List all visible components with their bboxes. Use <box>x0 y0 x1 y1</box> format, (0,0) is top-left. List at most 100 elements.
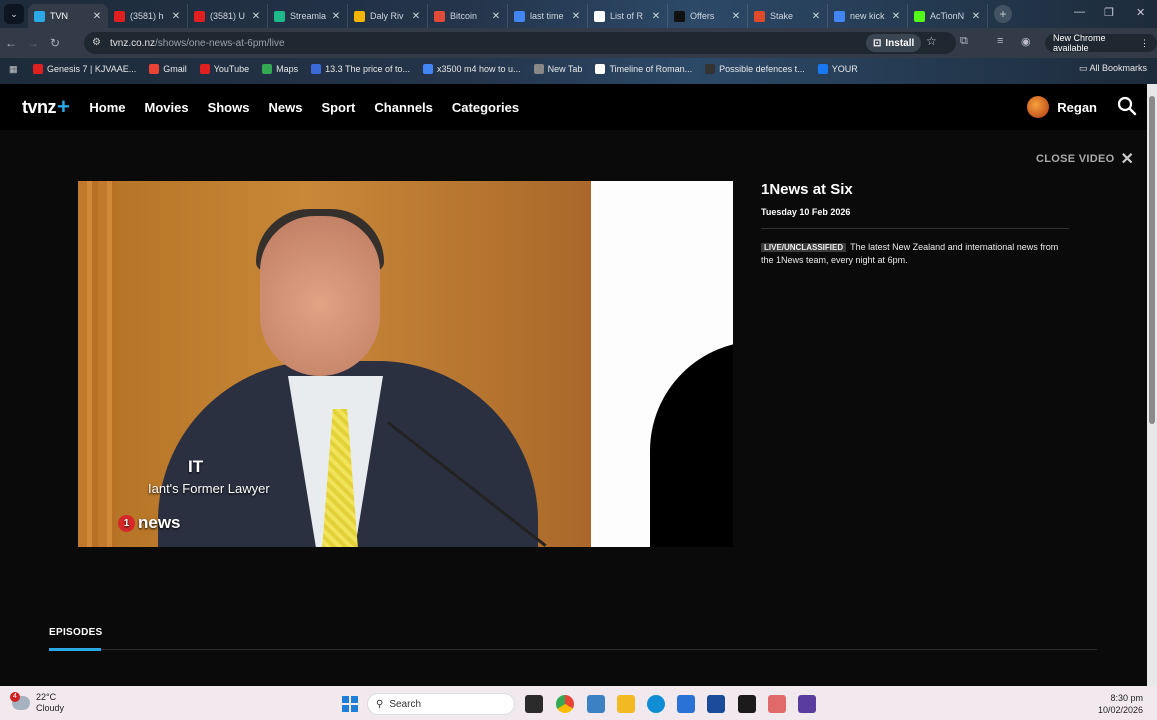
tab-favicon-icon <box>274 10 285 22</box>
file-explorer-icon[interactable] <box>617 695 635 713</box>
nav-channels[interactable]: Channels <box>374 100 433 115</box>
nav-movies[interactable]: Movies <box>144 100 188 115</box>
menu-dots-icon: ⋮ <box>1140 37 1149 48</box>
tab-favicon-icon <box>114 10 125 22</box>
tab-close-icon[interactable]: ✕ <box>331 11 341 22</box>
bookmark-item[interactable]: x3500 m4 how to u... <box>423 64 521 74</box>
windows-start-icon[interactable] <box>342 696 358 712</box>
browser-tab[interactable]: List of R ✕ <box>588 4 668 28</box>
photos-app-icon[interactable] <box>587 695 605 713</box>
tvnz-logo[interactable]: tvnz + <box>22 94 70 120</box>
bookmark-star-icon[interactable]: ☆ <box>926 34 937 48</box>
tab-search-button[interactable]: ⌄ <box>4 4 24 24</box>
browser-tab[interactable]: last time ✕ <box>508 4 588 28</box>
site-info-icon[interactable]: ⚙ <box>92 37 104 49</box>
edge-app-icon[interactable] <box>647 695 665 713</box>
bookmark-item[interactable]: New Tab <box>533 64 582 74</box>
bookmark-favicon-icon <box>149 64 160 74</box>
tab-close-icon[interactable]: ✕ <box>811 11 821 22</box>
back-icon[interactable]: ← <box>0 36 22 50</box>
browser-tab[interactable]: (3581) h ✕ <box>108 4 188 28</box>
bookmark-label: Possible defences t... <box>719 64 805 74</box>
nav-categories[interactable]: Categories <box>452 100 519 115</box>
address-bar[interactable]: ⚙ tvnz.co.nz/shows/one-news-at-6pm/live <box>84 32 956 54</box>
new-chrome-available-button[interactable]: New Chrome available ⋮ <box>1045 33 1157 53</box>
tab-close-icon[interactable]: ✕ <box>971 11 981 22</box>
page-scrollbar[interactable] <box>1147 84 1157 686</box>
maximize-icon[interactable]: ❐ <box>1104 6 1114 19</box>
forward-icon[interactable]: → <box>22 36 44 50</box>
scrollbar-thumb[interactable] <box>1149 96 1155 424</box>
browser-tab[interactable]: Bitcoin ✕ <box>428 4 508 28</box>
browser-tab[interactable]: AcTionN ✕ <box>908 4 988 28</box>
bookmark-item[interactable]: YOUR <box>817 64 858 74</box>
weather-widget[interactable]: 4 22°C Cloudy <box>10 692 64 714</box>
tab-close-icon[interactable]: ✕ <box>92 11 102 22</box>
tab-episodes[interactable]: EPISODES <box>49 627 103 638</box>
bookmark-item[interactable]: Genesis 7 | KJVAAE... <box>33 64 136 74</box>
close-video-button[interactable]: CLOSE VIDEO ✕ <box>1036 149 1134 169</box>
nav-sport[interactable]: Sport <box>321 100 355 115</box>
reload-icon[interactable]: ↻ <box>44 36 66 50</box>
taskbar-search[interactable]: ⚲ Search <box>367 693 515 715</box>
tab-close-icon[interactable]: ✕ <box>571 11 581 22</box>
bookmark-item[interactable]: Timeline of Roman... <box>595 64 692 74</box>
tab-label: AcTionN <box>930 11 965 21</box>
browser-tab[interactable]: Offers ✕ <box>668 4 748 28</box>
tab-label: Streamla <box>290 11 327 21</box>
bookmark-item[interactable]: 13.3 The price of to... <box>311 64 410 74</box>
weather-temp: 22°C <box>36 692 57 702</box>
nav-news[interactable]: News <box>268 100 302 115</box>
pinned-app-icon[interactable] <box>768 695 786 713</box>
tab-close-icon[interactable]: ✕ <box>651 11 661 22</box>
bookmarks-bar: ▦ Genesis 7 | KJVAAE... Gmail YouTube Maps 1… <box>0 58 1157 80</box>
video-player[interactable]: IT Iant's Former Lawyer 1 news <box>78 181 733 547</box>
tab-label: List of R <box>610 11 644 21</box>
browser-tab[interactable]: (3581) U ✕ <box>188 4 268 28</box>
system-clock[interactable]: 8:30 pm 10/02/2026 <box>1098 692 1143 716</box>
close-window-icon[interactable]: ✕ <box>1136 6 1145 19</box>
browser-tab[interactable]: Daly Riv ✕ <box>348 4 428 28</box>
new-tab-button[interactable]: + <box>994 5 1012 23</box>
media-controls-icon[interactable]: ≡ <box>997 35 1003 47</box>
show-title: 1News at Six <box>761 181 853 198</box>
tab-close-icon[interactable]: ✕ <box>491 11 501 22</box>
nav-shows[interactable]: Shows <box>208 100 250 115</box>
store-app-icon[interactable] <box>707 695 725 713</box>
logo-plus: + <box>57 94 70 119</box>
terminal-app-icon[interactable] <box>738 695 756 713</box>
bookmark-item[interactable]: Gmail <box>149 64 187 74</box>
outlook-app-icon[interactable] <box>677 695 695 713</box>
channel-logo-text: news <box>138 513 181 532</box>
bookmark-item[interactable]: Maps <box>262 64 298 74</box>
browser-tab[interactable]: Streamla ✕ <box>268 4 348 28</box>
browser-tab[interactable]: new kick ✕ <box>828 4 908 28</box>
chrome-app-icon[interactable] <box>556 695 574 713</box>
profile-icon[interactable]: ◉ <box>1021 35 1031 48</box>
tab-close-icon[interactable]: ✕ <box>251 11 261 22</box>
all-bookmarks-button[interactable]: ▭ All Bookmarks <box>1079 63 1147 74</box>
install-icon: ⊡ <box>873 37 882 49</box>
search-icon[interactable] <box>1117 96 1137 116</box>
extensions-icon[interactable]: ⧉ <box>960 35 968 48</box>
settings-app-icon[interactable] <box>798 695 816 713</box>
tab-close-icon[interactable]: ✕ <box>411 11 421 22</box>
tab-close-icon[interactable]: ✕ <box>171 11 181 22</box>
minimize-icon[interactable]: — <box>1074 6 1085 18</box>
nav-home[interactable]: Home <box>89 100 125 115</box>
bookmark-item[interactable]: Possible defences t... <box>705 64 805 74</box>
notification-badge: 4 <box>10 692 20 702</box>
show-date: Tuesday 10 Feb 2026 <box>761 207 851 217</box>
user-menu[interactable]: Regan <box>1027 96 1097 118</box>
tab-close-icon[interactable]: ✕ <box>731 11 741 22</box>
video-caption-title: IT <box>188 457 204 476</box>
browser-tab[interactable]: Stake ✕ <box>748 4 828 28</box>
browser-tab[interactable]: TVN ✕ <box>28 4 108 28</box>
tab-close-icon[interactable]: ✕ <box>891 11 901 22</box>
bookmark-item[interactable]: YouTube <box>199 64 249 74</box>
cloud-icon: 4 <box>10 692 30 710</box>
task-view-icon[interactable] <box>525 695 543 713</box>
install-button[interactable]: ⊡ Install <box>866 34 922 52</box>
apps-grid-icon[interactable]: ▦ <box>9 64 19 75</box>
rating-badge: LIVE/UNCLASSIFIED <box>761 243 847 252</box>
